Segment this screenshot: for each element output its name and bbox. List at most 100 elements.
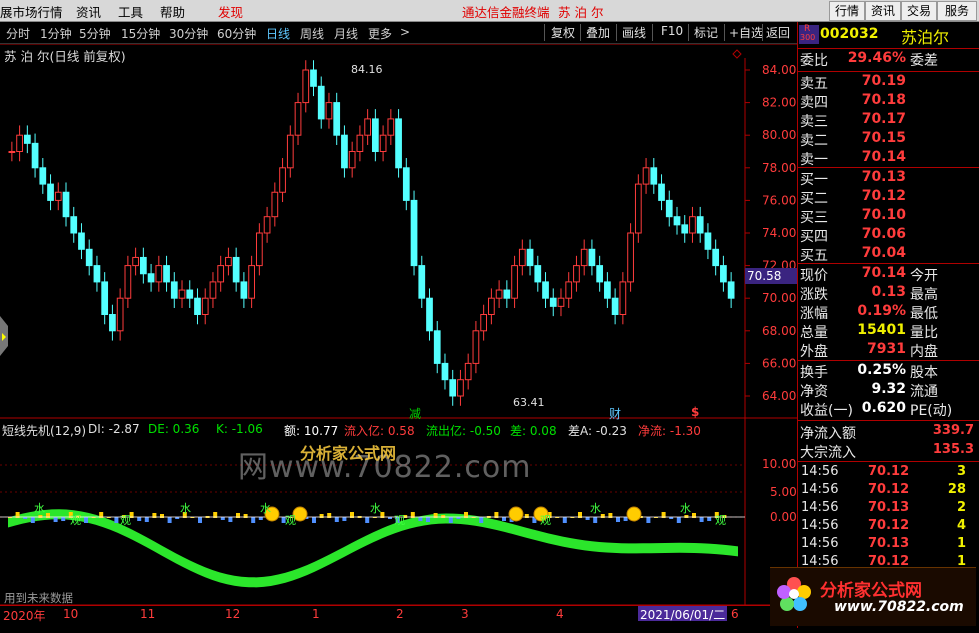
indicator-bar [228, 517, 233, 522]
menu-market[interactable]: 展市场行情 [0, 2, 63, 21]
period-tab-timeshare[interactable]: 分时 [6, 25, 30, 42]
quote-panel: R 300 002032 苏泊尔 委比 29.46% 委差 分析家公式网 www… [770, 22, 979, 628]
buy-level-2: 买二 70.12 [798, 188, 978, 207]
stat-row-value: 0.620 [861, 400, 906, 416]
kline-chart[interactable]: 84.0082.0080.0078.0076.0074.0072.0070.00… [0, 44, 797, 606]
weicha-label: 委差 [910, 53, 938, 69]
brand-logo: 分析家公式网 www.70822.com [770, 567, 976, 626]
candle-body [186, 289, 194, 299]
candle-body [712, 248, 720, 267]
candle-body [225, 256, 232, 267]
btn-info[interactable]: 资讯 [865, 1, 901, 21]
candle-body [132, 256, 139, 267]
indicator-bar [585, 517, 590, 520]
stat-row-label2: 量比 [910, 325, 938, 341]
divider [762, 24, 763, 41]
price-axis-label: 70.00 [762, 291, 796, 305]
indicator-diff-a: 差A: -0.23 [568, 424, 627, 438]
period-toolbar: 分时 1分钟 5分钟 15分钟 30分钟 60分钟 日线 周线 月线 更多 > … [0, 22, 797, 44]
webi-value: 29.46% [847, 50, 906, 66]
tick-time: 14:56 [801, 464, 839, 479]
candle-body [379, 134, 387, 152]
candle-body [433, 330, 441, 364]
tool-overlay[interactable]: 叠加 [586, 24, 610, 41]
tick-price: 70.12 [868, 518, 910, 533]
candle-body [70, 216, 78, 234]
candle-body [665, 199, 673, 218]
tick-time: 14:56 [801, 536, 839, 551]
divider [616, 24, 617, 41]
btn-trade[interactable]: 交易 [901, 1, 937, 21]
finance-marker[interactable]: 财 [609, 405, 621, 422]
indicator-bar [38, 515, 43, 518]
sell-level-1-label: 卖一 [800, 152, 828, 168]
candle-body [217, 265, 225, 283]
candle-body [449, 379, 457, 397]
flow-value: 135.3 [932, 442, 974, 457]
stat-row-label2: 最低 [910, 306, 938, 322]
period-tab-more[interactable]: 更多 [368, 25, 392, 42]
tick-volume: 4 [956, 518, 966, 533]
tool-restore-rights[interactable]: 复权 [551, 24, 575, 41]
high-marker-label: 84.16 [351, 63, 383, 76]
candle-body [402, 167, 410, 201]
tool-add-favorite[interactable]: +自选 [729, 24, 763, 41]
stat-row-label2: 内盘 [910, 344, 938, 360]
period-tab-daily[interactable]: 日线 [266, 25, 290, 42]
period-tab-60min[interactable]: 60分钟 [217, 25, 256, 42]
sell-level-2-label: 卖二 [800, 133, 828, 149]
period-tab-5min[interactable]: 5分钟 [79, 25, 111, 42]
price-axis-label: 80.00 [762, 128, 796, 142]
signal-mark: 水 [260, 502, 271, 515]
menu-help[interactable]: 帮助 [160, 2, 185, 21]
tick-volume: 2 [956, 500, 966, 515]
menu-news[interactable]: 资讯 [76, 2, 101, 21]
reduce-marker[interactable]: 减 [409, 405, 421, 422]
candle-body [54, 191, 62, 201]
buy-level-1-value: 70.13 [861, 169, 906, 185]
stat-row-label2: 最高 [910, 287, 938, 303]
candle-body [418, 265, 426, 299]
indicator-bar [699, 517, 704, 522]
stat-row-label: 换手 [800, 365, 828, 381]
tool-f10[interactable]: F10 [661, 24, 683, 38]
tool-back[interactable]: 返回 [766, 24, 790, 41]
tick-volume: 3 [956, 464, 966, 479]
indicator-series: 水 水 水 水 水 水观 观 观 观 观 观 [0, 502, 745, 588]
stat-row: 现价 70.14 今开 [798, 265, 978, 284]
btn-quotes[interactable]: 行情 [829, 1, 865, 21]
indicator-bar [243, 514, 248, 518]
dividend-marker[interactable]: $ [691, 405, 699, 419]
price-axis-label: 76.00 [762, 193, 796, 207]
tick-row: 14:56 70.12 28 [798, 482, 978, 500]
stat-row-label: 现价 [800, 268, 828, 284]
period-tab-30min[interactable]: 30分钟 [169, 25, 208, 42]
period-tab-monthly[interactable]: 月线 [334, 25, 358, 42]
tick-price: 70.12 [868, 554, 910, 569]
candle-body [271, 191, 279, 218]
low-marker-label: 63.41 [513, 396, 545, 409]
tool-draw-line[interactable]: 画线 [622, 24, 646, 41]
candle-body [557, 297, 565, 307]
menu-tools[interactable]: 工具 [118, 2, 143, 21]
candle-body [503, 289, 511, 299]
stat-row-label2: 流通 [910, 384, 938, 400]
price-axis: 84.0082.0080.0078.0076.0074.0072.0070.00… [745, 63, 796, 403]
tick-time: 14:56 [801, 554, 839, 569]
period-tab-1min[interactable]: 1分钟 [40, 25, 72, 42]
btn-service[interactable]: 服务 [937, 1, 977, 21]
indicator-name[interactable]: 短线先机(12,9) [2, 422, 86, 439]
candle-body [255, 232, 263, 267]
tool-mark[interactable]: 标记 [694, 24, 718, 41]
candle-body [240, 281, 248, 299]
flow-row: 净流入额 339.7 [798, 423, 978, 442]
period-tab-15min[interactable]: 15分钟 [121, 25, 160, 42]
period-tab-weekly[interactable]: 周线 [300, 25, 324, 42]
candle-body [472, 330, 480, 364]
menu-discover[interactable]: 发现 [218, 2, 243, 21]
buy-level-5: 买五 70.04 [798, 245, 978, 264]
more-chevron-icon[interactable]: > [400, 25, 410, 39]
signal-mark: 观 [394, 514, 405, 527]
stat-row: 收益(一) 0.620 PE(动) [798, 400, 978, 419]
candle-body [341, 134, 348, 169]
